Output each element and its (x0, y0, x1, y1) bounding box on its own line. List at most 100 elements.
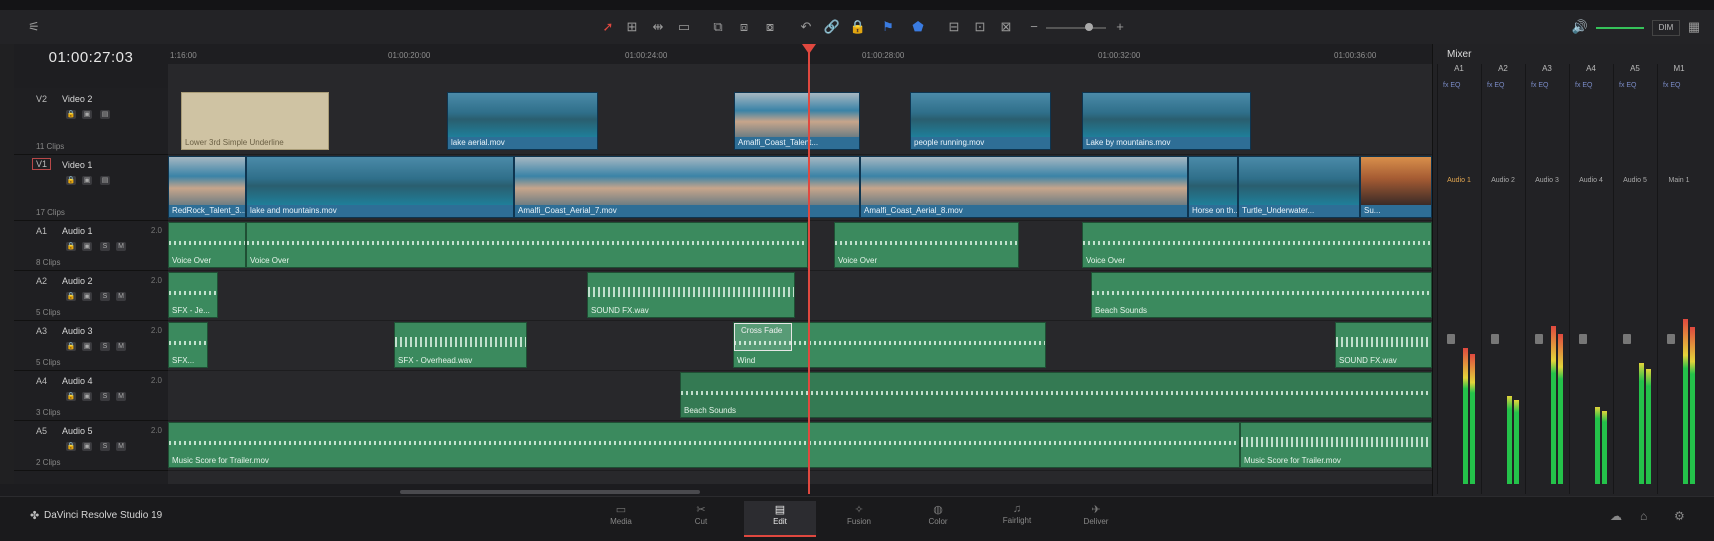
dim-button[interactable]: DIM (1652, 20, 1680, 36)
video-enable-icon[interactable]: ▤ (100, 110, 110, 119)
mute-button[interactable]: M (116, 242, 126, 251)
channel-fader[interactable] (1535, 334, 1543, 344)
track-header-v2[interactable]: V2 Video 2 🔒 ▣ ▤ 11 Clips (14, 88, 168, 155)
channel-fader[interactable] (1579, 334, 1587, 344)
settings-gear-icon[interactable]: ⚙ (1674, 509, 1685, 523)
lock-icon[interactable]: 🔒 (66, 242, 76, 251)
marker-icon[interactable]: ⬟ (908, 18, 928, 36)
fx-eq-icon[interactable]: fx EQ (1487, 82, 1505, 89)
solo-button[interactable]: S (100, 392, 110, 401)
fx-eq-icon[interactable]: fx EQ (1575, 82, 1593, 89)
page-media[interactable]: ▭ Media (585, 501, 657, 535)
blade-tool-icon[interactable]: ▭ (674, 18, 694, 36)
flag-icon[interactable]: ⚑ (878, 18, 898, 36)
fx-eq-icon[interactable]: fx EQ (1443, 82, 1461, 89)
fx-eq-icon[interactable]: fx EQ (1619, 82, 1637, 89)
position-lock-icon[interactable]: 🔒 (848, 18, 868, 36)
solo-button[interactable]: S (100, 292, 110, 301)
zoom-slider[interactable] (1046, 27, 1106, 29)
audio-clip[interactable]: Voice Over (246, 222, 808, 268)
auto-select-icon[interactable]: ▣ (82, 110, 92, 119)
page-color[interactable]: ◍ Color (902, 501, 974, 535)
solo-button[interactable]: S (100, 442, 110, 451)
fx-eq-icon[interactable]: fx EQ (1663, 82, 1681, 89)
overwrite-clip-icon[interactable]: ⧈ (734, 18, 754, 36)
lock-icon[interactable]: 🔒 (66, 292, 76, 301)
zoom-out-icon[interactable]: − (1024, 18, 1044, 36)
auto-select-icon[interactable]: ▣ (82, 392, 92, 401)
mixer-channel-strip[interactable]: A2 fx EQ Audio 2 (1481, 64, 1525, 494)
zoom-in-icon[interactable]: + (1110, 18, 1130, 36)
layout-icon[interactable]: ⚟ (24, 18, 44, 36)
page-fairlight[interactable]: ♫ Fairlight (981, 501, 1053, 535)
playhead-handle[interactable] (802, 44, 816, 54)
track-header-a2[interactable]: A2 Audio 2 2.0 🔒 ▣ S M 5 Clips (14, 270, 168, 321)
lock-icon[interactable]: 🔒 (66, 110, 76, 119)
video-clip[interactable]: Amalfi_Coast_Talent... (734, 92, 860, 150)
cross-fade-transition[interactable]: Cross Fade (734, 323, 792, 351)
track-name[interactable]: Audio 3 (62, 326, 93, 336)
auto-select-icon[interactable]: ▣ (82, 342, 92, 351)
video-clip[interactable]: Lower 3rd Simple Underline (181, 92, 329, 150)
video-clip[interactable]: RedRock_Talent_3... (168, 156, 246, 218)
track-header-a5[interactable]: A5 Audio 5 2.0 🔒 ▣ S M 2 Clips (14, 420, 168, 471)
replace-clip-icon[interactable]: ⧇ (760, 18, 780, 36)
track-name[interactable]: Video 2 (62, 94, 92, 104)
mixer-channel-strip[interactable]: M1 fx EQ Main 1 (1657, 64, 1701, 494)
channel-fader[interactable] (1623, 334, 1631, 344)
audio-clip[interactable]: Music Score for Trailer.mov (1240, 422, 1432, 468)
channel-fader[interactable] (1447, 334, 1455, 344)
page-cut[interactable]: ✂ Cut (665, 501, 737, 535)
track-header-a3[interactable]: A3 Audio 3 2.0 🔒 ▣ S M 5 Clips (14, 320, 168, 371)
track-header-a1[interactable]: A1 Audio 1 2.0 🔒 ▣ S M 8 Clips (14, 220, 168, 271)
audio-clip[interactable]: Voice Over (1082, 222, 1432, 268)
track-name[interactable]: Audio 1 (62, 226, 93, 236)
track-header-a4[interactable]: A4 Audio 4 2.0 🔒 ▣ S M 3 Clips (14, 370, 168, 421)
page-fusion[interactable]: ✧ Fusion (823, 501, 895, 535)
timeline-scrollbar[interactable] (400, 490, 700, 494)
dynamic-trim-icon[interactable]: ⇹ (648, 18, 668, 36)
speaker-icon[interactable]: 🔊 (1570, 18, 1590, 36)
mixer-channel-strip[interactable]: A3 fx EQ Audio 3 (1525, 64, 1569, 494)
mute-button[interactable]: M (116, 342, 126, 351)
channel-fader[interactable] (1667, 334, 1675, 344)
auto-select-icon[interactable]: ▣ (82, 176, 92, 185)
trim-tool-icon[interactable]: ⊞ (622, 18, 642, 36)
auto-select-icon[interactable]: ▣ (82, 242, 92, 251)
lock-icon[interactable]: 🔒 (66, 392, 76, 401)
linked-selection-icon[interactable]: 🔗 (822, 18, 842, 36)
selection-tool-icon[interactable]: ➚ (598, 18, 618, 36)
video-clip[interactable]: Lake by mountains.mov (1082, 92, 1251, 150)
track-header-v1[interactable]: V1 Video 1 🔒 ▣ ▤ 17 Clips (14, 154, 168, 221)
mixer-channel-strip[interactable]: A4 fx EQ Audio 4 (1569, 64, 1613, 494)
video-clip[interactable]: Turtle_Underwater... (1238, 156, 1360, 218)
zoom-detail-icon[interactable]: ⊡ (970, 18, 990, 36)
home-icon[interactable]: ⌂ (1640, 509, 1647, 523)
audio-clip[interactable]: Music Score for Trailer.mov (168, 422, 1240, 468)
page-deliver[interactable]: ✈ Deliver (1060, 501, 1132, 535)
timecode-display[interactable]: 01:00:27:03 (14, 44, 168, 88)
mixer-channel-strip[interactable]: A5 fx EQ Audio 5 (1613, 64, 1657, 494)
track-name[interactable]: Audio 2 (62, 276, 93, 286)
audio-clip[interactable]: Beach Sounds (680, 372, 1432, 418)
lock-icon[interactable]: 🔒 (66, 442, 76, 451)
audio-clip[interactable]: SOUND FX.wav (1335, 322, 1432, 368)
snapping-icon[interactable]: ↶ (796, 18, 816, 36)
zoom-custom-icon[interactable]: ⊠ (996, 18, 1016, 36)
track-name[interactable]: Video 1 (62, 160, 92, 170)
video-clip[interactable]: Horse on th... (1188, 156, 1238, 218)
audio-clip[interactable]: SFX... (168, 322, 208, 368)
video-clip[interactable]: Su... (1360, 156, 1432, 218)
solo-button[interactable]: S (100, 242, 110, 251)
mute-button[interactable]: M (116, 292, 126, 301)
meter-options-icon[interactable]: ▦ (1684, 18, 1704, 36)
track-name[interactable]: Audio 4 (62, 376, 93, 386)
fx-eq-icon[interactable]: fx EQ (1531, 82, 1549, 89)
audio-clip[interactable]: Voice Over (168, 222, 246, 268)
mixer-channel-strip[interactable]: A1 fx EQ Audio 1 (1437, 64, 1481, 494)
timeline-ruler[interactable]: 1:16:00 01:00:20:00 01:00:24:00 01:00:28… (168, 44, 1432, 65)
solo-button[interactable]: S (100, 342, 110, 351)
volume-slider[interactable] (1596, 27, 1644, 29)
mute-button[interactable]: M (116, 442, 126, 451)
zoom-full-icon[interactable]: ⊟ (944, 18, 964, 36)
